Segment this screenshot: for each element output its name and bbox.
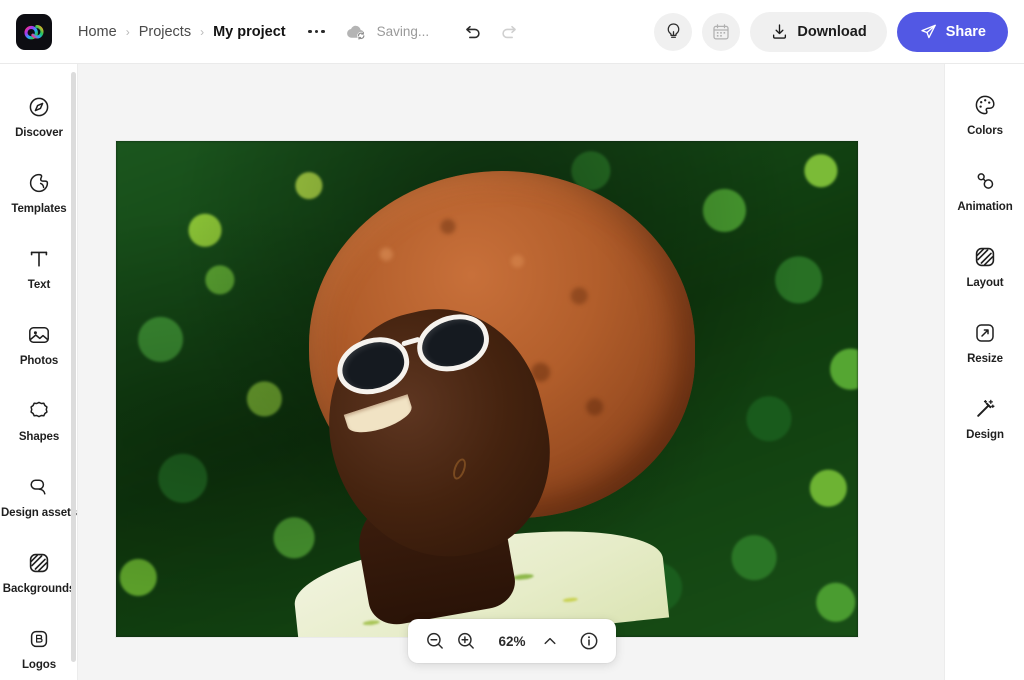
download-icon [773,24,787,39]
share-button[interactable]: Share [896,11,1008,52]
chevron-up-icon [544,637,556,645]
templates-icon [29,173,49,192]
zoom-out-button[interactable] [424,627,447,655]
ideas-button[interactable] [654,12,693,51]
undo-icon [466,25,480,38]
lightbulb-icon [667,23,680,38]
more-options-icon [321,29,325,34]
palette-icon [975,95,995,114]
portrait-subject [116,141,858,637]
breadcrumb-separator: › [200,24,205,39]
logos-brand-icon [30,630,48,647]
download-button[interactable]: Download [750,11,887,52]
left-sidebar-scrollbar[interactable] [71,72,76,662]
breadcrumb-item-current[interactable]: My project [213,24,286,40]
design-editor-app: Home › Projects › My project Saving... D… [0,0,1024,680]
sidebar-item-templates[interactable]: Templates [0,154,77,230]
sidebar-item-label: Layout [966,276,1004,289]
artboard[interactable] [116,141,858,637]
sidebar-item-label: Design assets [0,506,78,519]
sidebar-item-backgrounds[interactable]: Backgrounds [0,534,77,610]
sidebar-item-photos[interactable]: Photos [0,306,77,382]
right-sidebar: Colors Animation Layout Resize Design [944,64,1024,680]
sidebar-item-discover[interactable]: Discover [0,78,77,154]
sidebar-item-colors[interactable]: Colors [945,76,1024,152]
resize-icon [976,323,994,342]
sidebar-item-label: Discover [15,126,63,139]
more-options-icon [308,29,312,34]
zoom-level-value[interactable]: 62% [493,634,531,649]
sidebar-item-design[interactable]: Design [945,380,1024,456]
sidebar-item-layout[interactable]: Layout [945,228,1024,304]
sidebar-item-label: Backgrounds [2,582,76,595]
zoom-out-icon [427,632,444,649]
zoom-toolbar: 62% [408,619,616,663]
history-controls [457,17,525,47]
app-logo-button[interactable] [16,13,52,50]
magic-wand-icon [977,399,995,417]
sidebar-item-animation[interactable]: Animation [945,152,1024,228]
app-header: Home › Projects › My project Saving... D… [0,0,1024,64]
sidebar-item-design-assets[interactable]: Design assets [0,458,78,534]
layout-icon [975,247,995,266]
share-send-icon [921,24,936,39]
animation-nodes-icon [977,172,994,189]
save-status: Saving... [346,23,430,41]
sidebar-item-resize[interactable]: Resize [945,304,1024,380]
design-assets-icon [30,478,46,495]
share-button-label: Share [945,23,986,40]
breadcrumb: Home › Projects › My project [78,24,286,40]
sidebar-item-shapes[interactable]: Shapes [0,382,77,458]
shapes-icon [30,401,48,417]
adobe-express-logo-icon [24,24,44,39]
sidebar-item-label: Design [966,428,1004,441]
more-options-icon [314,29,319,34]
undo-button[interactable] [457,17,487,47]
sidebar-item-label: Text [27,278,51,291]
breadcrumb-item-projects[interactable]: Projects [139,24,191,40]
sidebar-item-text[interactable]: Text [0,230,77,306]
sidebar-item-label: Photos [19,354,59,367]
download-button-label: Download [797,23,867,40]
schedule-button[interactable] [702,12,741,51]
redo-icon [502,25,516,38]
left-sidebar: Discover Templates Text Photos Shapes De… [0,64,78,680]
compass-icon [29,97,49,116]
sidebar-item-logos[interactable]: Logos [0,610,77,680]
canvas-area[interactable] [78,64,944,680]
backgrounds-icon [29,553,49,572]
sidebar-item-label: Colors [967,124,1003,137]
save-status-text: Saving... [376,24,430,39]
zoom-in-button[interactable] [455,627,478,655]
text-t-icon [30,251,48,267]
zoom-options-button[interactable] [539,627,562,655]
zoom-in-icon [457,632,474,649]
sidebar-item-label: Templates [11,202,67,215]
redo-button[interactable] [495,17,525,47]
info-icon [580,632,598,650]
header-actions: Download Share [654,11,1008,52]
sidebar-item-label: Resize [967,352,1003,365]
info-button[interactable] [578,627,601,655]
sidebar-item-label: Animation [957,200,1013,213]
photo-icon [29,326,49,343]
sidebar-item-label: Logos [22,658,56,671]
more-options-button[interactable] [304,20,330,44]
breadcrumb-item-home[interactable]: Home [78,24,117,40]
breadcrumb-separator: › [125,24,130,39]
calendar-icon [713,23,730,39]
sidebar-item-label: Shapes [18,430,60,443]
cloud-sync-icon [346,25,365,40]
